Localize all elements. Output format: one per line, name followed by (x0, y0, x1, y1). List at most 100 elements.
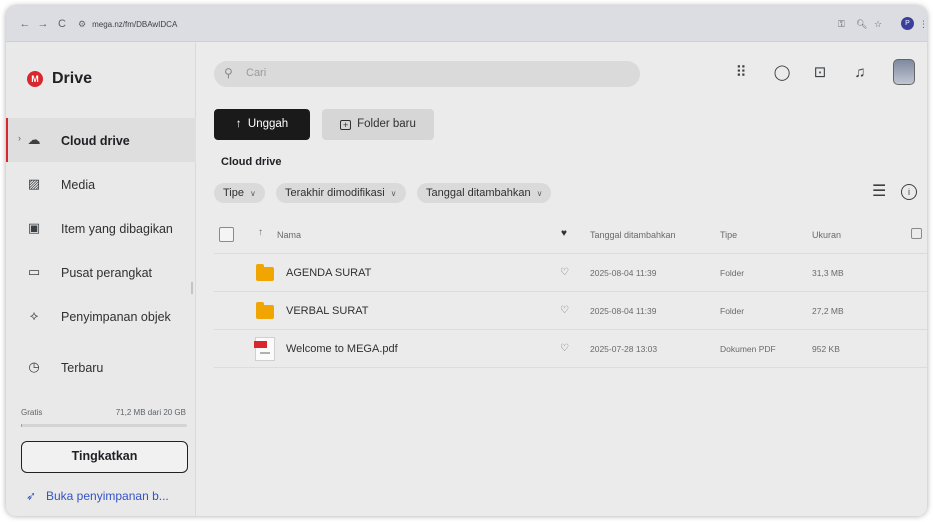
table-row[interactable]: Welcome to MEGA.pdf ♡ 2025-07-28 13:03 D… (214, 330, 927, 368)
search-input[interactable]: ⚲ Cari (214, 61, 640, 87)
date-added: 2025-08-04 11:39 (590, 268, 657, 278)
filter-last-modified[interactable]: Terakhir dimodifikasi ∨ (276, 183, 406, 203)
brand-title: Drive (52, 70, 93, 87)
upload-label: Unggah (247, 118, 289, 130)
sidebar-item-media[interactable]: ▨ Media (6, 162, 196, 206)
filter-date-added[interactable]: Tanggal ditambahkan ∨ (417, 183, 552, 203)
filter-label: Tipe (223, 187, 244, 199)
browser-window: ← → C ⚙ mega.nz/fm/DBAwIDCA ⚿ 🔍︎ ☆ P ⋮ M … (6, 6, 927, 516)
chevron-down-icon: ∨ (390, 189, 397, 198)
sidebar-item-label: Penyimpanan objek (61, 310, 171, 324)
list-view-icon[interactable]: ☰ (872, 184, 886, 200)
table-header: ↑ Nama ♥ Tanggal ditambahkan Tipe Ukuran (214, 216, 927, 254)
arrow-up-icon: ↑ (235, 118, 242, 130)
column-header-date-added[interactable]: Tanggal ditambahkan (590, 229, 676, 241)
site-settings-icon[interactable]: ⚙ (78, 14, 86, 34)
upload-button[interactable]: ↑ Unggah (214, 109, 310, 140)
column-header-type[interactable]: Tipe (720, 229, 737, 241)
sidebar-item-label: Item yang dibagikan (61, 222, 173, 236)
open-storage-label: Buka penyimpanan b... (46, 489, 169, 503)
file-size: 27,2 MB (812, 306, 844, 316)
bell-icon[interactable]: ♫ (849, 62, 871, 84)
file-type: Folder (720, 268, 745, 278)
filter-label: Terakhir dimodifikasi (285, 187, 385, 199)
mega-logo-icon[interactable]: M (27, 71, 43, 87)
contacts-icon[interactable]: ⊡ (809, 62, 831, 84)
new-folder-label: Folder baru (357, 118, 416, 130)
add-folder-icon: + (340, 120, 352, 130)
storage-bar-fill (21, 424, 22, 427)
sidebar-scrollbar[interactable] (191, 282, 193, 294)
sidebar-item-label: Pusat perangkat (61, 266, 153, 280)
chat-icon[interactable]: ◯ (771, 62, 793, 84)
chevron-down-icon: ∨ (536, 189, 543, 198)
main-content: ⚲ Cari ⠿ ◯ ⊡ ♫ ↑ Unggah + Folder baru Clo… (196, 42, 927, 516)
open-object-storage-link[interactable]: ➶ Buka penyimpanan b... (26, 488, 169, 504)
filter-label: Tanggal ditambahkan (426, 187, 531, 199)
sidebar-item-recents[interactable]: ◷ Terbaru (6, 345, 196, 389)
user-avatar[interactable] (893, 59, 915, 85)
active-indicator (6, 118, 8, 162)
browser-profile-avatar[interactable]: P (901, 17, 914, 30)
sidebar-item-label: Terbaru (61, 361, 104, 375)
sidebar-item-label: Media (61, 178, 96, 192)
image-icon: ▨ (27, 176, 41, 191)
date-added: 2025-08-04 11:39 (590, 306, 657, 316)
search-placeholder: Cari (246, 67, 267, 79)
key-icon[interactable]: ⚿ (838, 17, 845, 31)
address-bar[interactable]: ⚙ mega.nz/fm/DBAwIDCA (78, 14, 177, 35)
forward-icon[interactable]: → (36, 17, 50, 31)
file-type: Dokumen PDF (720, 344, 776, 354)
folder-icon (256, 302, 274, 319)
file-size: 952 KB (812, 344, 840, 354)
zoom-icon[interactable]: 🔍︎ (856, 17, 867, 31)
apps-grid-icon[interactable]: ⠿ (730, 62, 752, 84)
column-settings-icon[interactable] (911, 228, 922, 239)
storage-bar (21, 424, 187, 427)
chevron-right-icon[interactable]: › (18, 133, 21, 143)
favourite-outline-icon[interactable]: ♡ (560, 342, 569, 356)
info-icon[interactable]: i (901, 184, 917, 200)
back-icon[interactable]: ← (18, 17, 32, 31)
file-name[interactable]: AGENDA SURAT (286, 266, 371, 280)
shared-folder-icon: ▣ (27, 220, 41, 235)
new-folder-button[interactable]: + Folder baru (322, 109, 434, 140)
chevron-down-icon: ∨ (250, 189, 256, 198)
file-name[interactable]: Welcome to MEGA.pdf (286, 342, 398, 356)
table-row[interactable]: AGENDA SURAT ♡ 2025-08-04 11:39 Folder 3… (214, 254, 927, 292)
table-row[interactable]: VERBAL SURAT ♡ 2025-08-04 11:39 Folder 2… (214, 292, 927, 330)
page-title: Cloud drive (221, 156, 282, 168)
filter-type[interactable]: Tipe ∨ (214, 183, 265, 203)
object-storage-icon: ⟡ (29, 308, 39, 323)
sidebar-item-device-centre[interactable]: ▭ Pusat perangkat (6, 250, 196, 294)
file-name[interactable]: VERBAL SURAT (286, 304, 369, 318)
clock-icon: ◷ (28, 359, 40, 374)
date-added: 2025-07-28 13:03 (590, 344, 658, 354)
favourite-heart-icon[interactable]: ♥ (561, 228, 567, 239)
file-type: Folder (720, 306, 745, 316)
select-all-checkbox[interactable] (219, 227, 234, 242)
favourite-outline-icon[interactable]: ♡ (560, 304, 569, 318)
reload-icon[interactable]: C (55, 17, 69, 31)
browser-toolbar: ← → C ⚙ mega.nz/fm/DBAwIDCA ⚿ 🔍︎ ☆ P ⋮ (6, 6, 927, 42)
file-size: 31,3 MB (812, 268, 844, 278)
star-icon[interactable]: ☆ (874, 17, 882, 31)
url-text: mega.nz/fm/DBAwIDCA (92, 20, 178, 29)
column-header-size[interactable]: Ukuran (812, 229, 841, 241)
pdf-file-icon (254, 337, 275, 361)
rocket-icon: ➶ (26, 489, 37, 503)
folder-icon (256, 264, 274, 281)
browser-menu-icon[interactable]: ⋮ (919, 17, 927, 31)
sidebar-item-cloud-drive[interactable]: › ☁ Cloud drive (6, 118, 196, 162)
sidebar-item-shared-items[interactable]: ▣ Item yang dibagikan (6, 206, 196, 250)
column-header-name[interactable]: Nama (277, 229, 301, 241)
storage-plan: Gratis (21, 408, 43, 417)
sort-ascending-icon[interactable]: ↑ (258, 227, 263, 238)
file-table: ↑ Nama ♥ Tanggal ditambahkan Tipe Ukuran… (214, 216, 927, 368)
search-icon: ⚲ (224, 66, 233, 80)
favourite-outline-icon[interactable]: ♡ (560, 266, 569, 280)
sidebar: M Drive › ☁ Cloud drive ▨ Media ▣ Item y… (6, 42, 196, 516)
upgrade-button[interactable]: Tingkatkan (21, 441, 188, 473)
devices-icon: ▭ (27, 264, 41, 279)
sidebar-item-object-storage[interactable]: ⟡ Penyimpanan objek (6, 294, 196, 338)
